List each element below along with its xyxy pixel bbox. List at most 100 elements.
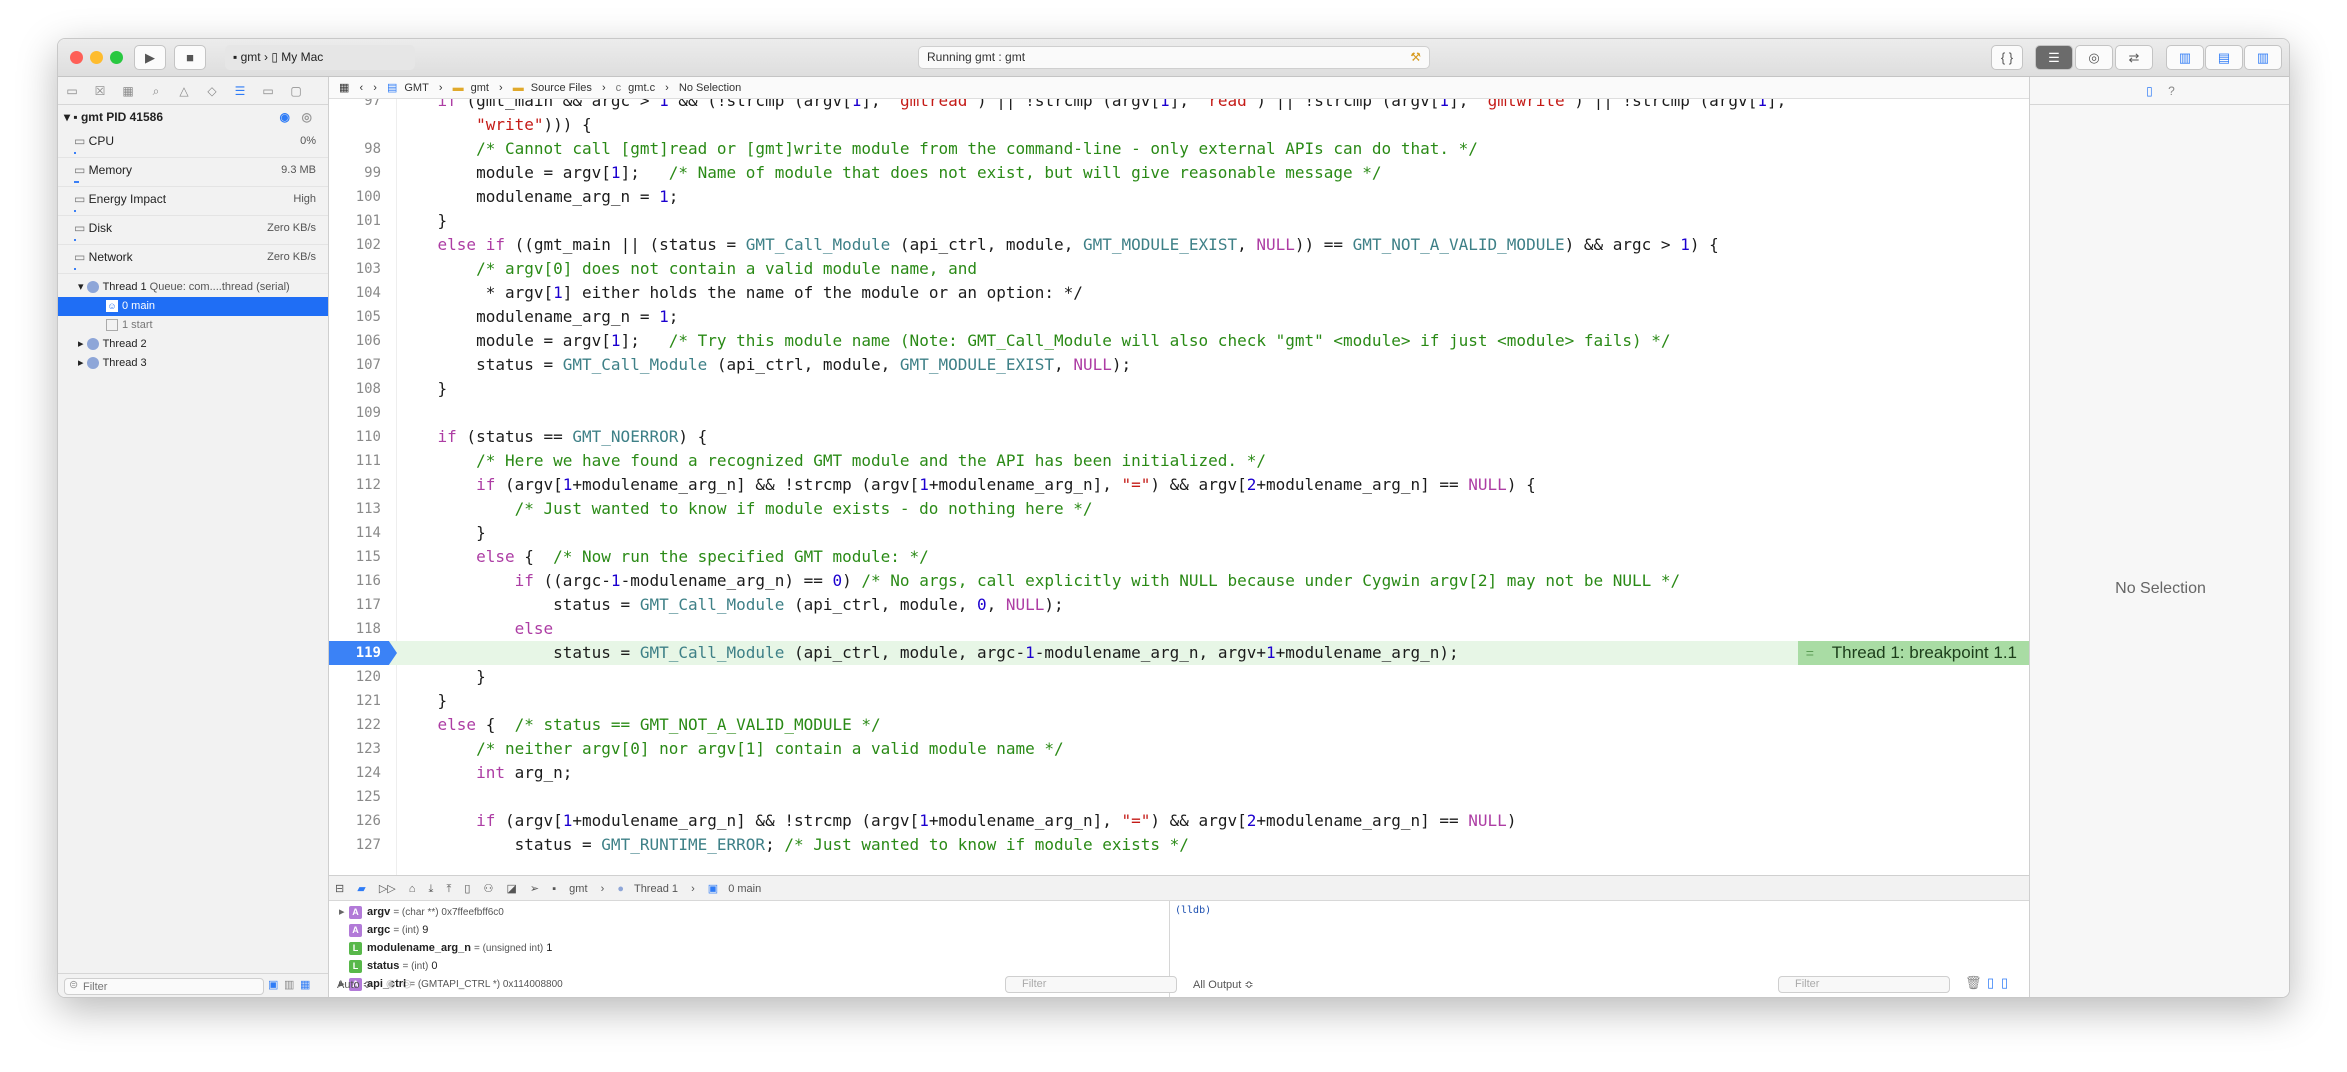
breakpoint-icon[interactable]: ▭ [254,77,282,105]
help-icon[interactable]: ? [2168,84,2175,98]
code-line[interactable]: 120 } [329,665,2029,689]
variable-row[interactable]: ▸ Aargv = (char **) 0x7ffeefbff6c0 [329,903,1169,921]
filter-crashed-icon[interactable]: ▣ [268,978,278,991]
gauge-icon[interactable]: ◉ [280,105,290,129]
code-line[interactable]: 110 if (status == GMT_NOERROR) { [329,425,2029,449]
code-line[interactable]: 124 int arg_n; [329,761,2029,785]
thread-row[interactable]: ▸ Thread 2 [58,335,328,354]
debug-icon[interactable]: ☰ [226,77,254,105]
debug-frame[interactable]: 0 main [728,876,761,902]
code-line[interactable]: 125 [329,785,2029,809]
code-line[interactable]: 116 if ((argc-1-modulename_arg_n) == 0) … [329,569,2029,593]
breadcrumb-file[interactable]: gmt.c [628,82,655,94]
close-button[interactable] [70,51,83,64]
issue-icon[interactable]: △ [170,77,198,105]
gauge-row[interactable]: ▭ Memory 9.3 MB [58,158,328,187]
navigator-filter-input[interactable] [64,978,264,995]
code-line[interactable]: 113 /* Just wanted to know if module exi… [329,497,2029,521]
standard-editor-button[interactable]: ☰ [2035,45,2073,70]
code-line[interactable]: 127 status = GMT_RUNTIME_ERROR; /* Just … [329,833,2029,857]
split-right-icon[interactable]: ▯ [2001,975,2008,991]
environment-icon[interactable]: ◪ [506,876,516,902]
breakpoints-toggle-icon[interactable]: ▰ [357,876,365,902]
variables-filter-input[interactable]: Filter [1005,976,1177,993]
code-line[interactable]: 106 module = argv[1]; /* Try this module… [329,329,2029,353]
quicklook-icon[interactable]: ◎ [402,977,412,990]
scheme-selector[interactable]: ▪ gmt › ▯ My Mac [225,45,415,70]
thread-row[interactable]: ▾ Thread 1 Queue: com....thread (serial) [58,278,328,297]
code-line[interactable]: 111 /* Here we have found a recognized G… [329,449,2029,473]
code-line[interactable]: 115 else { /* Now run the specified GMT … [329,545,2029,569]
code-line[interactable]: 107 status = GMT_Call_Module (api_ctrl, … [329,353,2029,377]
variables-scope-selector[interactable]: Auto ≎ [337,974,372,996]
code-line[interactable]: 117 status = GMT_Call_Module (api_ctrl, … [329,593,2029,617]
code-line[interactable]: 104 * argv[1] either holds the name of t… [329,281,2029,305]
location-icon[interactable]: ➢ [530,876,539,902]
code-line[interactable]: 118 else [329,617,2029,641]
find-icon[interactable]: ⌕ [142,77,170,105]
filter-threads-icon[interactable]: ▦ [300,978,310,991]
code-line[interactable]: 121 } [329,689,2029,713]
variable-row[interactable]: Lmodulename_arg_n = (unsigned int) 1 [329,939,1169,957]
debug-thread[interactable]: Thread 1 [634,876,678,902]
breadcrumb-symbol[interactable]: No Selection [679,82,741,94]
gauge-row[interactable]: ▭ Network Zero KB/s [58,245,328,274]
code-line[interactable]: 119 status = GMT_Call_Module (api_ctrl, … [329,641,2029,665]
code-line[interactable]: 103 /* argv[0] does not contain a valid … [329,257,2029,281]
test-icon[interactable]: ◇ [198,77,226,105]
code-line[interactable]: 101 } [329,209,2029,233]
code-line[interactable]: 102 else if ((gmt_main || (status = GMT_… [329,233,2029,257]
gauge-row[interactable]: ▭ Disk Zero KB/s [58,216,328,245]
source-control-icon[interactable]: ☒ [86,77,114,105]
gauge-row[interactable]: ▭ Energy Impact High [58,187,328,216]
breadcrumb-folder[interactable]: gmt [471,82,489,94]
version-editor-button[interactable]: ⇄ [2115,45,2153,70]
toggle-inspector-button[interactable]: ▥ [2244,45,2282,70]
memory-graph-icon[interactable]: ⚇ [484,876,494,902]
breadcrumb-group[interactable]: Source Files [531,82,592,94]
process-row[interactable]: ▾ ▪ gmt PID 41586 ◉ ◎ [58,105,328,129]
hide-debug-area-icon[interactable]: ⊟ [335,876,344,902]
forward-button[interactable]: › [373,82,377,94]
stack-frame-row[interactable]: 1 start [58,316,328,335]
code-line[interactable]: 123 /* neither argv[0] nor argv[1] conta… [329,737,2029,761]
step-into-icon[interactable]: ⤓ [429,876,434,902]
code-line[interactable]: 105 modulename_arg_n = 1; [329,305,2029,329]
code-line[interactable]: 100 modulename_arg_n = 1; [329,185,2029,209]
continue-icon[interactable]: ▷▷ [379,876,396,902]
toggle-debug-area-button[interactable]: ▤ [2205,45,2243,70]
stack-frame-row[interactable]: ☺ 0 main [58,297,328,316]
breakpoint-marker[interactable]: 119 [329,641,397,665]
minimize-button[interactable] [90,51,103,64]
breakpoint-annotation[interactable]: = Thread 1: breakpoint 1.1 [1797,641,2029,665]
output-selector[interactable]: All Output ≎ [1193,974,1254,996]
disclosure-closed-icon[interactable]: ▸ [339,903,349,921]
code-line[interactable]: 114 } [329,521,2029,545]
code-line[interactable]: 99 module = argv[1]; /* Name of module t… [329,161,2029,185]
thread-row[interactable]: ▸ Thread 3 [58,354,328,373]
report-icon[interactable]: ▢ [282,77,310,105]
code-review-button[interactable]: { } [1991,45,2023,70]
gauge-row[interactable]: ▭ CPU 0% [58,129,328,158]
filter-running-icon[interactable]: ▥ [284,978,294,991]
code-line[interactable]: "write"))) { [329,113,2029,137]
trash-icon[interactable]: 🗑 [1965,975,1982,991]
code-line[interactable]: 108 } [329,377,2029,401]
split-left-icon[interactable]: ▯ [1987,975,1994,991]
variable-row[interactable]: Lstatus = (int) 0 [329,957,1169,975]
debug-process[interactable]: gmt [569,876,587,902]
code-line[interactable]: 112 if (argv[1+modulename_arg_n] && !str… [329,473,2029,497]
folder-icon[interactable]: ▭ [58,77,86,105]
run-button[interactable]: ▶ [134,45,166,70]
related-items-icon[interactable]: ▦ [339,82,349,94]
step-over-icon[interactable]: ⌂ [409,876,416,902]
toggle-navigator-button[interactable]: ▥ [2166,45,2204,70]
breadcrumb-project[interactable]: GMT [404,82,428,94]
step-out-icon[interactable]: ⤒ [446,876,451,902]
assistant-editor-button[interactable]: ◎ [2075,45,2113,70]
symbol-icon[interactable]: ▦ [114,77,142,105]
dial-icon[interactable]: ◎ [302,105,312,129]
code-line[interactable]: 97 if (gmt_main && argc > 1 && (!strcmp … [329,99,2029,113]
code-line[interactable]: 122 else { /* status == GMT_NOT_A_VALID_… [329,713,2029,737]
file-inspector-icon[interactable]: ▯ [2146,84,2153,98]
